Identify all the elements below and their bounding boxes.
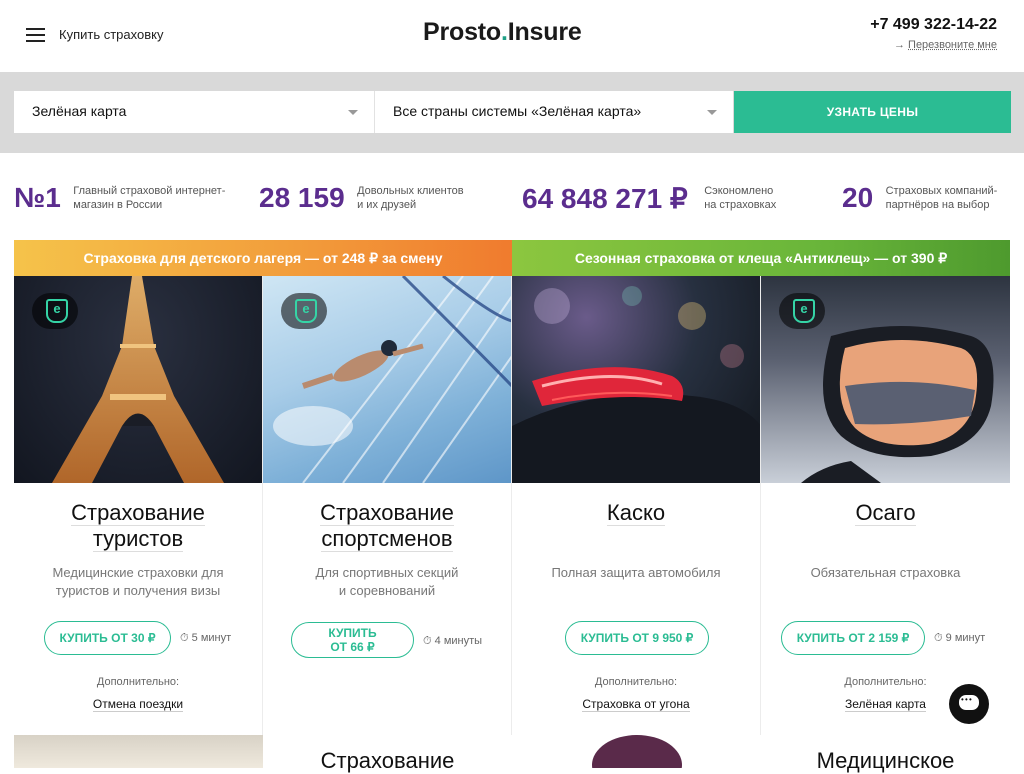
duration: ⏱ 9 минут [934,632,986,644]
buy-insurance-link[interactable]: Купить страховку [59,27,163,42]
tick-insurance-banner[interactable]: Сезонная страховка от клеща «Антиклещ» —… [512,240,1010,276]
buy-button[interactable]: КУПИТЬ ОТ 66 ₽ [291,622,414,658]
stat-saved: 64 848 271 ₽ Сэкономлено на страховках [522,182,776,215]
e-policy-icon [32,293,78,329]
card-title[interactable]: Осаго [761,500,1010,526]
card-title[interactable]: Страхование туристов [14,500,262,552]
side-mirror-image [761,276,1010,483]
stat-value: 20 [842,182,874,213]
stat-label: Страховых компаний-партнёров на выбор [885,185,998,211]
stat-partners: 20 Страховых компаний-партнёров на выбор [842,182,997,214]
buy-button[interactable]: КУПИТЬ ОТ 2 159 ₽ [781,621,925,655]
country-select[interactable]: Все страны системы «Зелёная карта» [375,91,733,133]
card-title[interactable]: Каско [512,500,760,526]
eiffel-tower-image [14,276,262,483]
swimmer-image [263,276,511,483]
card-description: Для спортивных секций и соревнований [315,565,459,598]
e-policy-icon [281,293,327,329]
extra-link[interactable]: Отмена поездки [14,697,262,712]
card-title[interactable]: Страхование спортсменов [263,500,511,552]
stat-label: Главный страховой интернет-магазин в Рос… [73,185,226,211]
e-policy-icon [779,293,825,329]
stat-label: Довольных клиентов и их друзей [357,185,464,211]
product-card-osago[interactable]: Осаго Обязательная страховка КУПИТЬ ОТ 2… [761,276,1010,735]
search-band: Зелёная карта Все страны системы «Зелёна… [0,72,1024,153]
car-taillight-illustration [512,286,760,483]
car-taillight-image [512,276,760,483]
insurance-type-select[interactable]: Зелёная карта [14,91,375,133]
buy-button[interactable]: КУПИТЬ ОТ 9 950 ₽ [565,621,709,655]
stat-value: 28 159 [259,182,345,213]
logo[interactable]: Prosto.Insure [423,18,582,47]
extra-link[interactable]: Страховка от угона [512,697,760,712]
product-card-athletes[interactable]: Страхованиеспортсменов Для спортивных се… [263,276,512,735]
next-card-title[interactable]: Страхование [263,748,512,774]
stat-label: Сэкономлено на страховках [704,185,777,211]
buy-button[interactable]: КУПИТЬ ОТ 30 ₽ [44,621,171,655]
duration: ⏱ 4 минуты [423,635,483,647]
next-card-illustration [592,735,682,774]
product-card-tourists[interactable]: Страхованиетуристов Медицинские страховк… [14,276,263,735]
card-description: Медицинские страховки для туристов и полу… [52,565,224,598]
phone-number[interactable]: +7 499 322-14-22 [870,16,997,34]
stat-value: №1 [14,182,61,213]
find-prices-button[interactable]: УЗНАТЬ ЦЕНЫ [734,91,1011,133]
callback-link-label: Перезвоните мне [908,39,997,51]
menu-icon[interactable] [26,28,46,44]
logo-text-dot: . [500,18,508,46]
next-card-image [14,735,263,768]
card-description: Обязательная страховка [810,565,961,580]
next-card-image [512,735,761,774]
logo-text-end: Insure [507,18,582,46]
stat-rank: №1 Главный страховой интернет-магазин в … [14,182,225,214]
logo-text-main: Prosto [423,18,501,46]
callback-link[interactable]: → Перезвоните мне [894,39,997,51]
camp-insurance-banner[interactable]: Страховка для детского лагеря — от 248 ₽… [14,240,512,276]
chat-icon[interactable] [949,684,989,724]
duration: ⏱ 5 минут [180,632,232,644]
card-description: Полная защита автомобиля [551,565,721,580]
arrow-right-icon: → [894,39,906,51]
stat-value: 64 848 271 ₽ [522,183,688,214]
product-card-kasko[interactable]: Каско Полная защита автомобиля КУПИТЬ ОТ… [512,276,761,735]
extra-label: Дополнительно: [594,676,678,688]
extra-label: Дополнительно: [96,676,180,688]
stat-clients: 28 159 Довольных клиентов и их друзей [259,182,464,214]
next-card-title[interactable]: Медицинское [761,748,1010,774]
site-header: Купить страховку Prosto.Insure +7 499 32… [0,0,1024,72]
